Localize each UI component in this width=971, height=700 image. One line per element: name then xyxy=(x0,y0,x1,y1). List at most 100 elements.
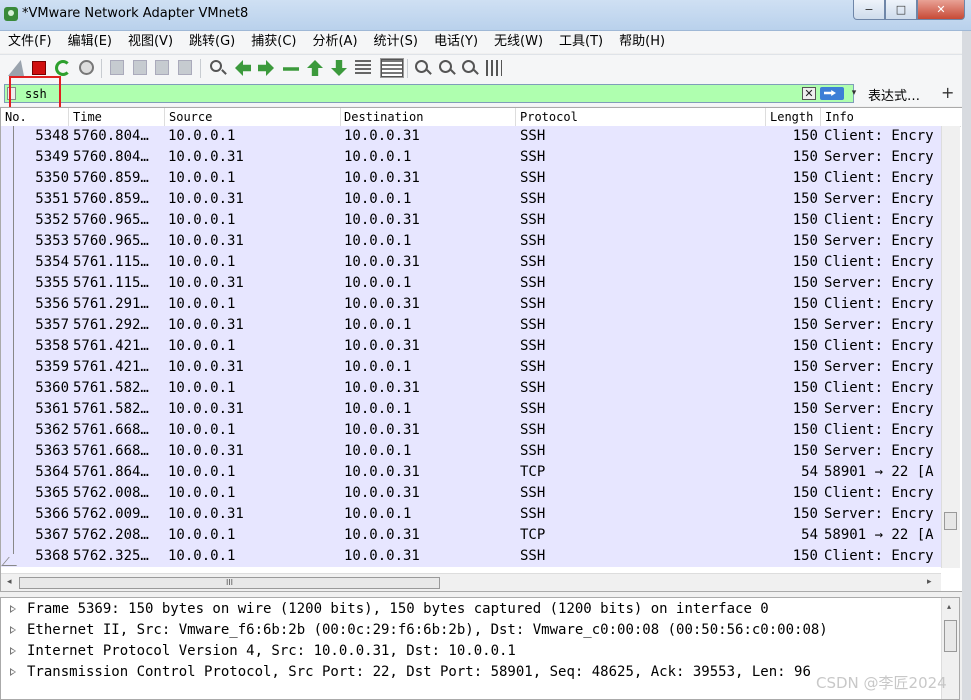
expression-button[interactable]: 表达式… xyxy=(868,85,920,104)
close-file-icon[interactable] xyxy=(155,60,169,75)
menu-statistics[interactable]: 统计(S) xyxy=(366,31,426,53)
packet-destination: 10.0.0.31 xyxy=(344,128,420,144)
packet-row[interactable]: 5349 5760.804… 10.0.0.31 10.0.0.1 SSH 150 Serv… xyxy=(1,147,941,168)
menu-tools[interactable]: 工具(T) xyxy=(551,31,611,53)
packet-source: 10.0.0.31 xyxy=(168,317,244,333)
detail-row-frame[interactable]: Frame 5369: 150 bytes on wire (1200 bits… xyxy=(1,599,941,620)
packet-info: Client: Encry xyxy=(824,128,934,144)
packet-row[interactable]: 5364 5761.864… 10.0.0.1 10.0.0.31 TCP 54 58901… xyxy=(1,462,941,483)
column-divider[interactable] xyxy=(820,108,821,126)
column-header-protocol[interactable]: Protocol xyxy=(520,110,578,124)
packet-row[interactable]: 5360 5761.582… 10.0.0.1 10.0.0.31 SSH 150 Clie… xyxy=(1,378,941,399)
shark-fin-icon[interactable] xyxy=(8,60,24,76)
expand-triangle-icon[interactable] xyxy=(10,605,16,613)
packet-row[interactable]: 5368 5762.325… 10.0.0.1 10.0.0.31 SSH 150 Clie… xyxy=(1,546,941,567)
zoom-normal-icon[interactable] xyxy=(462,60,475,73)
menu-capture[interactable]: 捕获(C) xyxy=(243,31,304,53)
packet-row[interactable]: 5367 5762.208… 10.0.0.1 10.0.0.31 TCP 54 58901… xyxy=(1,525,941,546)
maximize-button[interactable]: □ xyxy=(885,0,917,20)
go-back-icon[interactable] xyxy=(235,60,251,76)
column-divider[interactable] xyxy=(340,108,341,126)
colorize-icon[interactable] xyxy=(380,58,404,78)
restart-capture-icon[interactable] xyxy=(55,60,71,76)
menu-go[interactable]: 跳转(G) xyxy=(181,31,243,53)
filter-history-dropdown[interactable]: ▾ xyxy=(848,87,860,100)
scroll-right-icon[interactable]: ▸ xyxy=(927,577,932,587)
packet-row[interactable]: 5363 5761.668… 10.0.0.31 10.0.0.1 SSH 150 Serv… xyxy=(1,441,941,462)
packet-list-scroll-thumb[interactable] xyxy=(944,512,957,530)
packet-row[interactable]: 5358 5761.421… 10.0.0.1 10.0.0.31 SSH 150 Clie… xyxy=(1,336,941,357)
column-divider[interactable] xyxy=(765,108,766,126)
title-bar: *VMware Network Adapter VMnet8 − □ ✕ xyxy=(0,0,971,31)
packet-row[interactable]: 5359 5761.421… 10.0.0.31 10.0.0.1 SSH 150 Serv… xyxy=(1,357,941,378)
packet-row[interactable]: 5365 5762.008… 10.0.0.1 10.0.0.31 SSH 150 Clie… xyxy=(1,483,941,504)
column-header-no[interactable]: No. xyxy=(5,110,27,124)
detail-text: Frame 5369: 150 bytes on wire (1200 bits… xyxy=(27,601,769,617)
packet-row[interactable]: 5353 5760.965… 10.0.0.31 10.0.0.1 SSH 150 Serv… xyxy=(1,231,941,252)
menu-telephony[interactable]: 电话(Y) xyxy=(426,31,486,53)
detail-row-ipv4[interactable]: Internet Protocol Version 4, Src: 10.0.0… xyxy=(1,641,941,662)
packet-row[interactable]: 5355 5761.115… 10.0.0.31 10.0.0.1 SSH 150 Serv… xyxy=(1,273,941,294)
open-file-icon[interactable] xyxy=(110,60,124,75)
horizontal-scroll-thumb[interactable]: III xyxy=(19,577,440,589)
packet-destination: 10.0.0.31 xyxy=(344,212,420,228)
display-filter-input[interactable]: ssh ✕ ▾ xyxy=(4,84,856,103)
packet-destination: 10.0.0.31 xyxy=(344,296,420,312)
apply-filter-button[interactable] xyxy=(820,87,844,100)
packet-row[interactable]: 5366 5762.009… 10.0.0.31 10.0.0.1 SSH 150 Serv… xyxy=(1,504,941,525)
close-button[interactable]: ✕ xyxy=(917,0,965,20)
expand-triangle-icon[interactable] xyxy=(10,647,16,655)
scroll-up-icon[interactable]: ▴ xyxy=(947,602,951,611)
zoom-out-icon[interactable] xyxy=(439,60,452,73)
save-file-icon[interactable] xyxy=(133,60,147,75)
column-header-time[interactable]: Time xyxy=(73,110,102,124)
packet-list-horizontal-scrollbar[interactable]: ◂ III ▸ xyxy=(1,573,941,591)
packet-list-vertical-scrollbar[interactable] xyxy=(941,126,960,568)
detail-row-ethernet[interactable]: Ethernet II, Src: Vmware_f6:6b:2b (00:0c… xyxy=(1,620,941,641)
packet-row[interactable]: 5352 5760.965… 10.0.0.1 10.0.0.31 SSH 150 Clie… xyxy=(1,210,941,231)
packet-row[interactable]: 5354 5761.115… 10.0.0.1 10.0.0.31 SSH 150 Clie… xyxy=(1,252,941,273)
packet-row[interactable]: 5357 5761.292… 10.0.0.31 10.0.0.1 SSH 150 Serv… xyxy=(1,315,941,336)
menu-view[interactable]: 视图(V) xyxy=(120,31,181,53)
column-divider[interactable] xyxy=(164,108,165,126)
menu-file[interactable]: 文件(F) xyxy=(0,31,60,53)
column-header-length[interactable]: Length xyxy=(770,110,813,124)
go-to-packet-icon[interactable] xyxy=(283,67,299,71)
expand-triangle-icon[interactable] xyxy=(10,668,16,676)
stop-capture-icon[interactable] xyxy=(32,61,46,75)
packet-row[interactable]: 5362 5761.668… 10.0.0.1 10.0.0.31 SSH 150 Clie… xyxy=(1,420,941,441)
column-header-info[interactable]: Info xyxy=(825,110,854,124)
column-header-source[interactable]: Source xyxy=(169,110,212,124)
first-packet-icon[interactable] xyxy=(307,60,323,76)
resize-columns-icon[interactable] xyxy=(486,60,502,76)
packet-row[interactable]: 5350 5760.859… 10.0.0.1 10.0.0.31 SSH 150 Clie… xyxy=(1,168,941,189)
capture-options-icon[interactable] xyxy=(79,60,94,75)
menu-edit[interactable]: 编辑(E) xyxy=(60,31,120,53)
scroll-left-icon[interactable]: ◂ xyxy=(7,577,12,587)
detail-row-tcp[interactable]: Transmission Control Protocol, Src Port:… xyxy=(1,662,941,683)
details-scroll-thumb[interactable] xyxy=(944,620,957,652)
packet-row[interactable]: 5356 5761.291… 10.0.0.1 10.0.0.31 SSH 150 Clie… xyxy=(1,294,941,315)
clear-filter-button[interactable]: ✕ xyxy=(802,87,816,100)
packet-row[interactable]: 5351 5760.859… 10.0.0.31 10.0.0.1 SSH 150 Serv… xyxy=(1,189,941,210)
find-packet-icon[interactable] xyxy=(210,60,222,72)
add-filter-button[interactable]: + xyxy=(941,83,954,102)
zoom-in-icon[interactable] xyxy=(415,60,428,73)
go-forward-icon[interactable] xyxy=(258,60,274,76)
packet-row[interactable]: 5348 5760.804… 10.0.0.1 10.0.0.31 SSH 150 Clie… xyxy=(1,126,941,147)
column-header-destination[interactable]: Destination xyxy=(344,110,423,124)
packet-info: Server: Encry xyxy=(824,401,934,417)
column-divider[interactable] xyxy=(515,108,516,126)
packet-row[interactable]: 5361 5761.582… 10.0.0.31 10.0.0.1 SSH 150 Serv… xyxy=(1,399,941,420)
autoscroll-icon[interactable] xyxy=(355,60,371,76)
minimize-button[interactable]: − xyxy=(853,0,885,20)
column-divider[interactable] xyxy=(68,108,69,126)
packet-rows: 5348 5760.804… 10.0.0.1 10.0.0.31 SSH 150 Clie… xyxy=(1,126,941,568)
menu-help[interactable]: 帮助(H) xyxy=(611,31,673,53)
menu-wireless[interactable]: 无线(W) xyxy=(486,31,551,53)
last-packet-icon[interactable] xyxy=(331,60,347,76)
packet-info: Client: Encry xyxy=(824,485,934,501)
expand-triangle-icon[interactable] xyxy=(10,626,16,634)
reload-file-icon[interactable] xyxy=(178,60,192,75)
menu-analyze[interactable]: 分析(A) xyxy=(304,31,365,53)
